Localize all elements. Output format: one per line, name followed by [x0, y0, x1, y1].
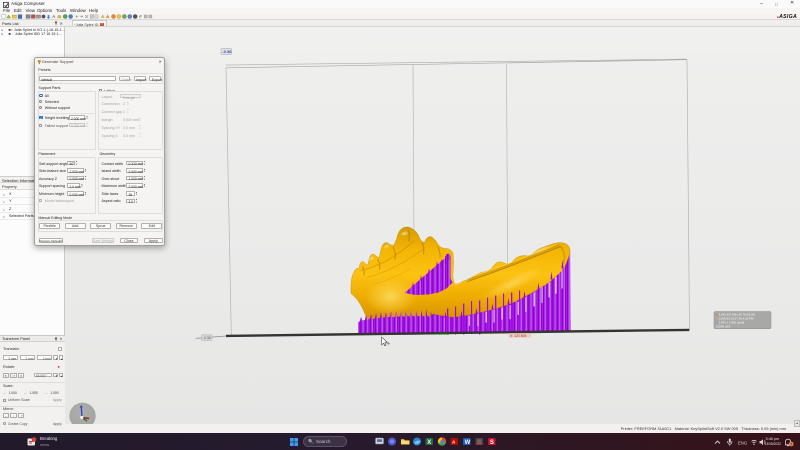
svg-text:ENG: ENG — [738, 441, 747, 446]
svg-text:X: 120.605: X: 120.605 — [510, 333, 527, 337]
svg-text:7: 7 — [790, 442, 792, 446]
svg-text:X: X — [427, 440, 431, 446]
svg-text:-0.36: -0.36 — [222, 49, 232, 54]
svg-text:S: S — [490, 440, 494, 446]
svg-text:10059 LES: 10059 LES — [716, 324, 730, 328]
svg-text:-0.36: -0.36 — [202, 335, 210, 339]
svg-text:X: 60.000: X: 60.000 — [434, 332, 449, 336]
svg-text:W: W — [465, 440, 471, 446]
svg-text:A: A — [52, 14, 55, 19]
